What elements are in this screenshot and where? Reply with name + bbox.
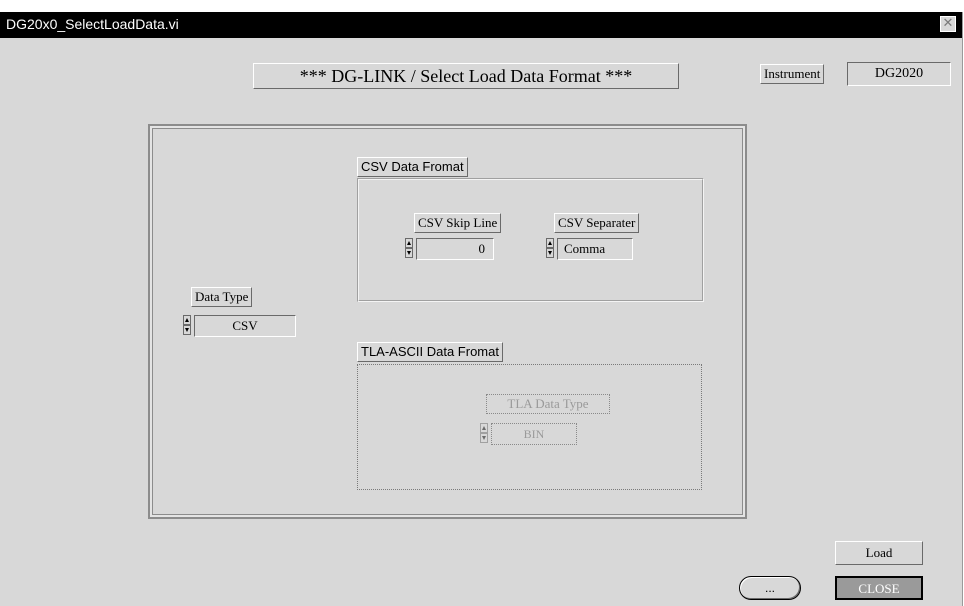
csv-skip-line-spinner[interactable] <box>405 238 413 258</box>
decrement-arrow-icon <box>480 433 488 443</box>
tla-data-type-ring: BIN <box>491 423 577 445</box>
page-heading: *** DG-LINK / Select Load Data Format **… <box>253 63 679 89</box>
close-button[interactable]: CLOSE <box>835 576 923 600</box>
instrument-label: Instrument <box>760 64 825 84</box>
decrement-arrow-icon[interactable] <box>405 248 413 258</box>
csv-group-title: CSV Data Fromat <box>357 157 468 177</box>
window-title: DG20x0_SelectLoadData.vi <box>6 16 179 32</box>
decrement-arrow-icon[interactable] <box>546 248 554 258</box>
load-button[interactable]: Load <box>835 541 923 565</box>
ellipsis-button[interactable]: ... <box>739 576 801 600</box>
data-type-spinner[interactable] <box>183 315 191 335</box>
close-window-icon[interactable]: ✕ <box>940 16 956 32</box>
decrement-arrow-icon[interactable] <box>183 325 191 335</box>
data-type-label: Data Type <box>191 287 253 307</box>
instrument-value: DG2020 <box>847 62 951 86</box>
increment-arrow-icon[interactable] <box>546 238 554 248</box>
csv-separator-label: CSV Separater <box>554 213 640 233</box>
csv-skip-line-label: CSV Skip Line <box>414 213 502 233</box>
increment-arrow-icon <box>480 423 488 433</box>
increment-arrow-icon[interactable] <box>405 238 413 248</box>
tla-data-type-label: TLA Data Type <box>486 394 610 414</box>
title-bar[interactable]: DG20x0_SelectLoadData.vi ✕ <box>0 12 962 38</box>
vi-window: DG20x0_SelectLoadData.vi ✕ *** DG-LINK /… <box>0 12 963 606</box>
tla-group-title: TLA-ASCII Data Fromat <box>357 342 503 362</box>
csv-separator-spinner[interactable] <box>546 238 554 258</box>
increment-arrow-icon[interactable] <box>183 315 191 325</box>
data-type-ring[interactable]: CSV <box>194 315 296 337</box>
csv-separator-ring[interactable]: Comma <box>557 238 633 260</box>
csv-skip-line-field[interactable]: 0 <box>416 238 494 260</box>
tla-data-type-spinner <box>480 423 488 443</box>
